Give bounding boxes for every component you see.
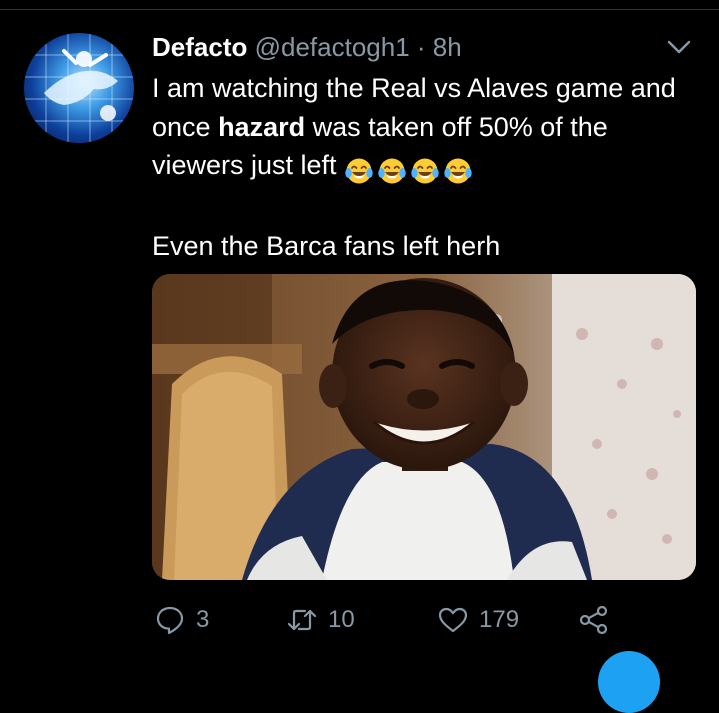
avatar[interactable] <box>24 33 134 143</box>
reply-button[interactable]: 3 <box>154 600 209 640</box>
display-name[interactable]: Defacto <box>152 32 247 62</box>
reply-count: 3 <box>196 606 210 633</box>
retweet-button[interactable]: 10 <box>286 600 355 640</box>
compose-tweet-button[interactable] <box>598 651 660 713</box>
chevron-down-icon[interactable] <box>665 36 693 58</box>
emoji-group <box>344 150 476 189</box>
separator-dot: · <box>416 32 426 62</box>
tears-of-joy-emoji-icon <box>345 158 373 184</box>
reply-icon <box>156 606 184 635</box>
share-button[interactable] <box>578 600 620 640</box>
tears-of-joy-emoji-icon <box>411 158 439 184</box>
like-count: 179 <box>479 606 520 633</box>
tweet-text: I am watching the Real vs Alaves game an… <box>152 69 697 265</box>
tears-of-joy-emoji-icon <box>444 158 472 184</box>
tweet-paragraph-1: I am watching the Real vs Alaves game an… <box>152 69 697 189</box>
user-handle[interactable]: @defactogh1 <box>255 32 410 62</box>
avatar-image <box>24 33 134 143</box>
tears-of-joy-emoji-icon <box>378 158 406 184</box>
timestamp[interactable]: 8h <box>433 32 462 62</box>
photo-kid-smiling <box>152 274 696 580</box>
top-divider <box>0 9 719 10</box>
heart-icon <box>438 607 468 633</box>
share-icon <box>579 605 608 635</box>
tweet-media-image[interactable] <box>152 274 696 580</box>
retweet-icon <box>287 609 317 631</box>
tweet-paragraph-2: Even the Barca fans left herh <box>152 230 501 261</box>
retweet-count: 10 <box>328 606 355 633</box>
tweet-header: Defacto @defactogh1 · 8h <box>152 30 462 64</box>
like-button[interactable]: 179 <box>437 600 519 640</box>
tweet-text-hazard: hazard <box>218 111 306 142</box>
tweet-actions: 3 10 179 <box>0 600 719 640</box>
